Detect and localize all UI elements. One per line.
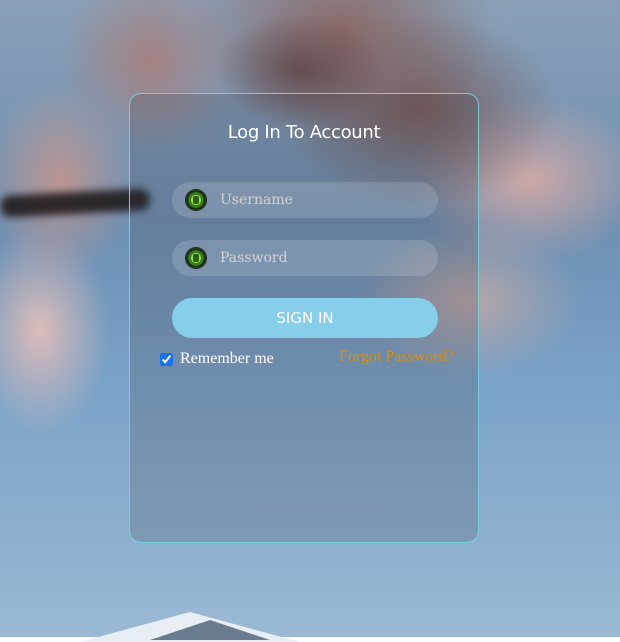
user-badge-icon: [186, 190, 206, 210]
login-title: Log In To Account: [227, 122, 381, 143]
background-branch: [0, 188, 151, 218]
remember-me[interactable]: Remember me: [160, 349, 274, 369]
login-card: Log In To Account SIGN IN Remember me Fo…: [129, 93, 479, 543]
password-field[interactable]: [172, 240, 438, 276]
lock-badge-icon: [186, 248, 206, 268]
forgot-password-link[interactable]: Forgot Password?: [339, 348, 454, 366]
remember-me-checkbox[interactable]: [160, 352, 173, 366]
username-field[interactable]: [172, 182, 438, 218]
sign-in-button[interactable]: SIGN IN: [172, 298, 438, 338]
remember-me-label: Remember me: [180, 350, 274, 367]
background-mountain-shadow: [150, 620, 270, 640]
username-input[interactable]: [220, 182, 425, 218]
password-input[interactable]: [220, 240, 425, 276]
